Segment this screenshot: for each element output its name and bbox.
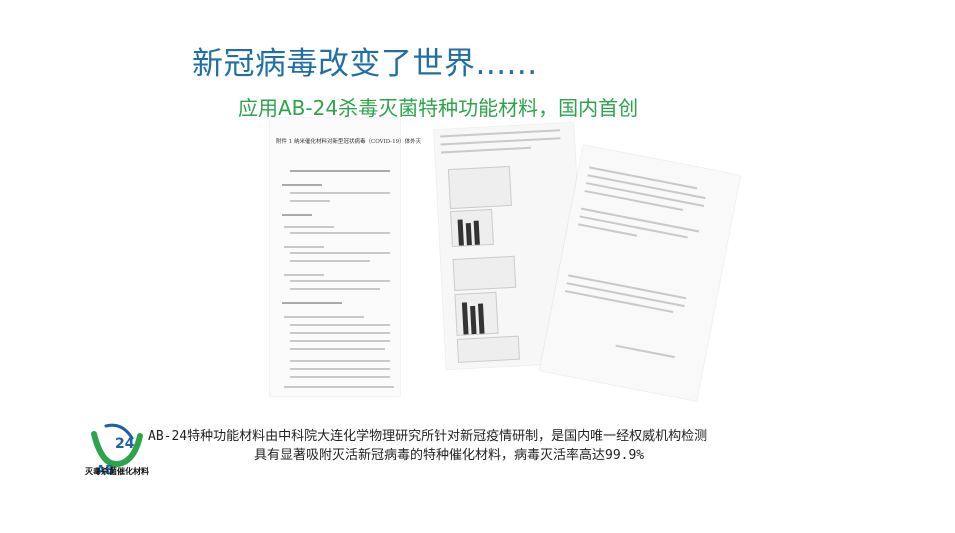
figure-bar-chart xyxy=(450,208,494,248)
figure-bar xyxy=(465,223,472,246)
figure-curve xyxy=(447,165,512,210)
text-line xyxy=(290,200,330,202)
logo-text: 灭毒杀菌催化材料 xyxy=(85,467,149,476)
text-line xyxy=(290,332,390,334)
text-line xyxy=(290,252,390,254)
document-collage-image: 附件 1 纳米催化材料对新型冠状病毒（COVID-19）体外灭 xyxy=(270,118,741,402)
text-line xyxy=(290,170,390,172)
text-line xyxy=(290,288,380,290)
text-line xyxy=(290,360,390,362)
text-line xyxy=(284,316,364,318)
figure-bar xyxy=(477,303,485,334)
figure-bar xyxy=(473,220,480,245)
description-line-2: 具有显著吸附灭活新冠病毒的特种催化材料，病毒灭活率高达99.9% xyxy=(254,448,645,463)
text-line xyxy=(440,129,561,138)
text-line xyxy=(440,137,561,146)
figure-bar xyxy=(461,302,469,335)
text-line xyxy=(290,260,370,262)
page-title: 新冠病毒改变了世界...... xyxy=(192,46,538,82)
report-heading: 附件 1 纳米催化材料对新型冠状病毒（COVID-19）体外灭 xyxy=(276,139,422,145)
text-line xyxy=(282,184,322,186)
text-line xyxy=(290,348,385,350)
text-line xyxy=(284,246,324,248)
report-page-1: 附件 1 纳米催化材料对新型冠状病毒（COVID-19）体外灭 xyxy=(270,118,421,396)
text-line xyxy=(282,302,342,304)
figure-curve xyxy=(456,335,520,363)
text-line xyxy=(290,340,390,342)
figure-bar-chart xyxy=(454,291,499,336)
text-line xyxy=(290,280,390,282)
text-line xyxy=(284,226,334,228)
description-line-1: AB-24特种功能材料由中科院大连化学物理研究所针对新冠疫情研制，是国内唯一经权… xyxy=(148,429,708,444)
text-line xyxy=(290,232,390,234)
text-line xyxy=(290,324,390,326)
text-line xyxy=(284,274,324,276)
text-line xyxy=(284,386,394,388)
page-subtitle: 应用AB-24杀毒灭菌特种功能材料，国内首创 xyxy=(238,96,639,120)
product-description: AB-24特种功能材料由中科院大连化学物理研究所针对新冠疫情研制，是国内唯一经权… xyxy=(148,427,707,465)
figure-curve xyxy=(452,255,517,291)
logo-number: 24 xyxy=(115,436,135,452)
text-line xyxy=(440,146,531,154)
text-line xyxy=(615,344,675,359)
figure-bar xyxy=(470,305,477,335)
text-line xyxy=(290,368,390,370)
figure-bar xyxy=(457,219,464,246)
text-line xyxy=(290,376,390,378)
text-line xyxy=(290,192,390,194)
text-line xyxy=(282,214,312,216)
